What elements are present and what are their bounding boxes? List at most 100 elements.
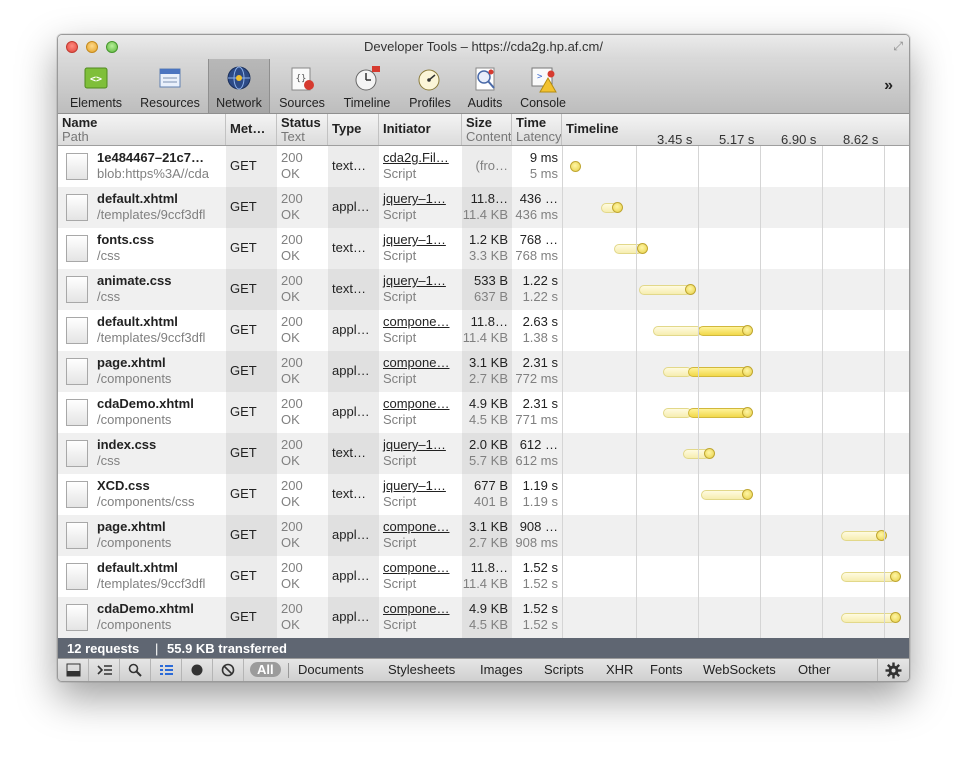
request-path: /templates/9ccf3dfl (97, 576, 206, 591)
settings-button[interactable] (877, 659, 909, 681)
column-content-label: Content (466, 129, 512, 144)
filter-websockets[interactable]: WebSockets (703, 662, 776, 677)
fullscreen-icon[interactable]: ⤢ (893, 39, 903, 54)
request-path: /components/css (97, 494, 195, 509)
request-initiator-link[interactable]: jquery–1… (383, 191, 446, 206)
record-button[interactable] (182, 659, 213, 681)
request-initiator-link[interactable]: compone… (383, 601, 449, 616)
tab-profiles[interactable]: Profiles (402, 59, 458, 113)
request-method: GET (230, 363, 257, 378)
summary-separator: | (155, 641, 159, 656)
column-method-label: Met… (230, 121, 266, 136)
request-row[interactable]: XCD.css/components/css GET 200 OK text… jquer… (58, 474, 909, 515)
request-row[interactable]: 1e484467–21c7… blob:https%3A//cda GET 200 OK… (58, 146, 909, 187)
tab-sources[interactable]: {} Sources (274, 59, 330, 113)
timeline-latency-bar[interactable] (841, 613, 897, 623)
tab-elements[interactable]: <> Elements (64, 59, 128, 113)
large-rows-icon (160, 665, 173, 675)
request-initiator-link[interactable]: compone… (383, 560, 449, 575)
request-status-code: 200 (281, 191, 303, 206)
request-content-size: 2.7 KB (468, 371, 508, 386)
request-initiator-link[interactable]: compone… (383, 396, 449, 411)
request-method-cell: GET (226, 597, 277, 638)
sources-icon: {} (291, 67, 314, 91)
tab-network[interactable]: Network (208, 59, 270, 113)
network-summary-bar: 12 requests | 55.9 KB transferred (58, 638, 909, 658)
request-method-cell: GET (226, 515, 277, 556)
filter-stylesheets[interactable]: Stylesheets (388, 662, 455, 677)
request-row[interactable]: animate.css/css GET 200 OK text… jquery–1… Scr… (58, 269, 909, 310)
filter-other[interactable]: Other (798, 662, 831, 677)
search-button[interactable] (120, 659, 151, 681)
request-row[interactable]: cdaDemo.xhtml/components GET 200 OK appl… com… (58, 392, 909, 433)
request-count: 12 requests (67, 641, 140, 656)
timeline-download-bar[interactable] (697, 326, 748, 336)
filter-all[interactable]: All (250, 662, 281, 677)
toolbar-overflow-button[interactable]: » (884, 77, 893, 95)
request-initiator-link[interactable]: cda2g.Fil… (383, 150, 449, 165)
console-prompt-icon (97, 665, 112, 675)
request-method-cell: GET (226, 433, 277, 474)
column-status[interactable]: Status Text (277, 114, 328, 145)
request-initiator-link[interactable]: compone… (383, 519, 449, 534)
request-timeline-cell (562, 228, 909, 269)
request-type: text… (332, 158, 366, 173)
tab-label: Profiles (409, 96, 451, 110)
request-initiator-link[interactable]: jquery–1… (383, 478, 446, 493)
column-time[interactable]: Time Latency (512, 114, 562, 145)
tab-console[interactable]: > Console (512, 59, 574, 113)
column-name[interactable]: Name Path (58, 114, 226, 145)
large-rows-button[interactable] (151, 659, 182, 681)
tab-timeline[interactable]: Timeline (336, 59, 398, 113)
request-method: GET (230, 281, 257, 296)
timeline-end-marker (741, 489, 753, 500)
filter-scripts[interactable]: Scripts (544, 662, 584, 677)
request-name: cdaDemo.xhtml (97, 601, 194, 616)
timeline-end-marker (612, 202, 624, 213)
timeline-tick-label: 8.62 s (843, 132, 879, 145)
clear-button[interactable] (213, 659, 244, 681)
tab-label: Network (216, 96, 262, 110)
request-row[interactable]: fonts.css/css GET 200 OK text… jquery–1… Scrip… (58, 228, 909, 269)
request-name-cell: animate.css/css (58, 269, 226, 310)
request-row[interactable]: default.xhtml/templates/9ccf3dfl GET 200 OK… (58, 556, 909, 597)
column-size[interactable]: Size Content (462, 114, 512, 145)
console-drawer-button[interactable] (89, 659, 120, 681)
request-row[interactable]: page.xhtml/components GET 200 OK appl… compon… (58, 515, 909, 556)
request-method: GET (230, 199, 257, 214)
column-initiator[interactable]: Initiator (379, 114, 462, 145)
timeline-end-marker (684, 284, 696, 295)
request-row[interactable]: default.xhtml/templates/9ccf3dfl GET 200 OK… (58, 187, 909, 228)
tab-resources[interactable]: Resources (134, 59, 206, 113)
request-size: 2.0 KB (468, 437, 508, 452)
request-name: index.css (97, 437, 157, 452)
timeline-latency-bar[interactable] (653, 326, 702, 336)
request-time: 1.52 s (522, 560, 558, 575)
timeline-bar[interactable] (570, 161, 582, 172)
request-initiator-link[interactable]: jquery–1… (383, 232, 446, 247)
dock-button[interactable] (58, 659, 89, 681)
request-initiator-link[interactable]: jquery–1… (383, 437, 446, 452)
filter-documents[interactable]: Documents (298, 662, 364, 677)
filter-images[interactable]: Images (480, 662, 523, 677)
request-row[interactable]: page.xhtml/components GET 200 OK appl… compon… (58, 351, 909, 392)
request-initiator-link[interactable]: compone… (383, 314, 449, 329)
request-row[interactable]: cdaDemo.xhtml/components GET 200 OK appl… com… (58, 597, 909, 638)
request-content-size: 11.4 KB (462, 576, 508, 591)
timeline-end-marker (704, 448, 716, 459)
timeline-latency-bar[interactable] (841, 572, 897, 582)
column-method[interactable]: Met… (226, 114, 277, 145)
timeline-latency-bar[interactable] (639, 285, 691, 295)
column-type[interactable]: Type (328, 114, 379, 145)
request-status-code: 200 (281, 273, 303, 288)
request-method: GET (230, 527, 257, 542)
filter-fonts[interactable]: Fonts (650, 662, 683, 677)
timeline-latency-bar[interactable] (701, 490, 748, 500)
request-initiator-link[interactable]: compone… (383, 355, 449, 370)
request-row[interactable]: default.xhtml/templates/9ccf3dfl GET 200 OK… (58, 310, 909, 351)
filter-xhr[interactable]: XHR (606, 662, 633, 677)
tab-audits[interactable]: Audits (460, 59, 510, 113)
column-timeline[interactable]: Timeline 3.45 s 5.17 s 6.90 s 8.62 s (562, 114, 909, 145)
request-initiator-link[interactable]: jquery–1… (383, 273, 446, 288)
request-row[interactable]: index.css/css GET 200 OK text… jquery–1… Scrip… (58, 433, 909, 474)
